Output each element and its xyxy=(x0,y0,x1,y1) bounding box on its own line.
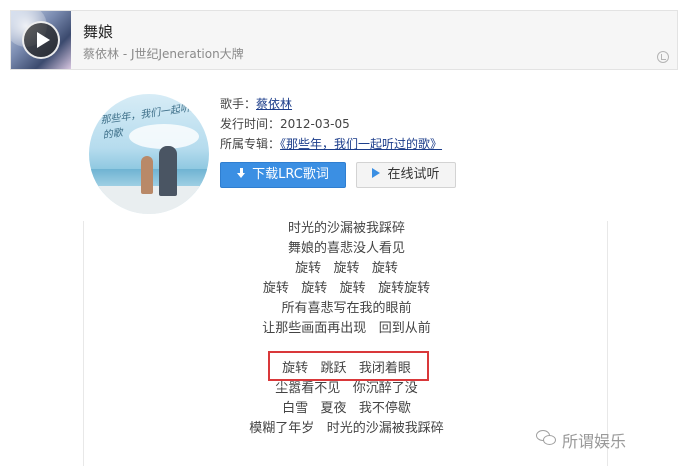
play-triangle-icon xyxy=(372,168,381,178)
lyric-line: 白雪 夏夜 我不停歇 xyxy=(282,401,411,416)
lyric-line: 模糊了年岁 时光的沙漏被我踩碎 xyxy=(249,421,444,436)
music-logo-icon xyxy=(657,51,669,63)
song-cover-thumbnail[interactable] xyxy=(11,11,71,69)
lyric-line: 舞娘的喜悲没人看见 xyxy=(287,241,405,256)
listen-online-label: 在线试听 xyxy=(387,167,440,182)
release-date-label: 发行时间： xyxy=(220,117,281,131)
watermark-text: 所谓娱乐 xyxy=(562,432,627,451)
download-icon xyxy=(237,168,246,179)
singer-row: 歌手：蔡依林 xyxy=(220,94,442,114)
highlight-annotation-box xyxy=(268,351,429,381)
lyric-line: 尘嚣看不见 你沉醉了没 xyxy=(275,381,418,396)
music-card[interactable]: 舞娘 蔡依林 - J世纪Jeneration大牌 xyxy=(10,10,678,70)
singer-label: 歌手： xyxy=(220,97,257,111)
singer-link[interactable]: 蔡依林 xyxy=(256,97,292,111)
song-title: 舞娘 xyxy=(83,23,114,41)
lyric-line: 时光的沙漏被我踩碎 xyxy=(287,221,405,236)
album-label: 所属专辑： xyxy=(220,137,281,151)
album-figure-boy xyxy=(159,146,177,196)
lyric-line: 所有喜悲写在我的眼前 xyxy=(281,301,412,316)
release-date: 2012-03-05 xyxy=(280,117,350,131)
lyrics-panel[interactable]: 时光的沙漏被我踩碎 舞娘的喜悲没人看见 旋转 旋转 旋转 旋转 旋转 旋转 旋转… xyxy=(83,221,608,466)
album-link[interactable]: 《那些年，我们一起听过的歌》 xyxy=(280,137,442,151)
song-info: 歌手：蔡依林 发行时间：2012-03-05 所属专辑：《那些年，我们一起听过的… xyxy=(220,94,442,154)
song-artist-album: 蔡依林 - J世纪Jeneration大牌 xyxy=(83,47,244,61)
lyric-line: 让那些画面再出现 回到从前 xyxy=(262,321,431,336)
album-cover: 那些年，我们一起听过的歌 xyxy=(89,94,209,214)
album-figure-girl xyxy=(141,156,153,194)
listen-online-button[interactable]: 在线试听 xyxy=(356,162,456,188)
download-lrc-button[interactable]: 下载LRC歌词 xyxy=(220,162,346,188)
lyric-line: 旋转 旋转 旋转 xyxy=(295,261,398,276)
lyric-line: 旋转 旋转 旋转 旋转旋转 xyxy=(262,281,431,296)
wechat-icon xyxy=(536,430,558,448)
download-lrc-label: 下载LRC歌词 xyxy=(252,167,329,182)
release-date-row: 发行时间：2012-03-05 xyxy=(220,114,442,134)
play-icon[interactable] xyxy=(22,21,60,59)
album-row: 所属专辑：《那些年，我们一起听过的歌》 xyxy=(220,134,442,154)
